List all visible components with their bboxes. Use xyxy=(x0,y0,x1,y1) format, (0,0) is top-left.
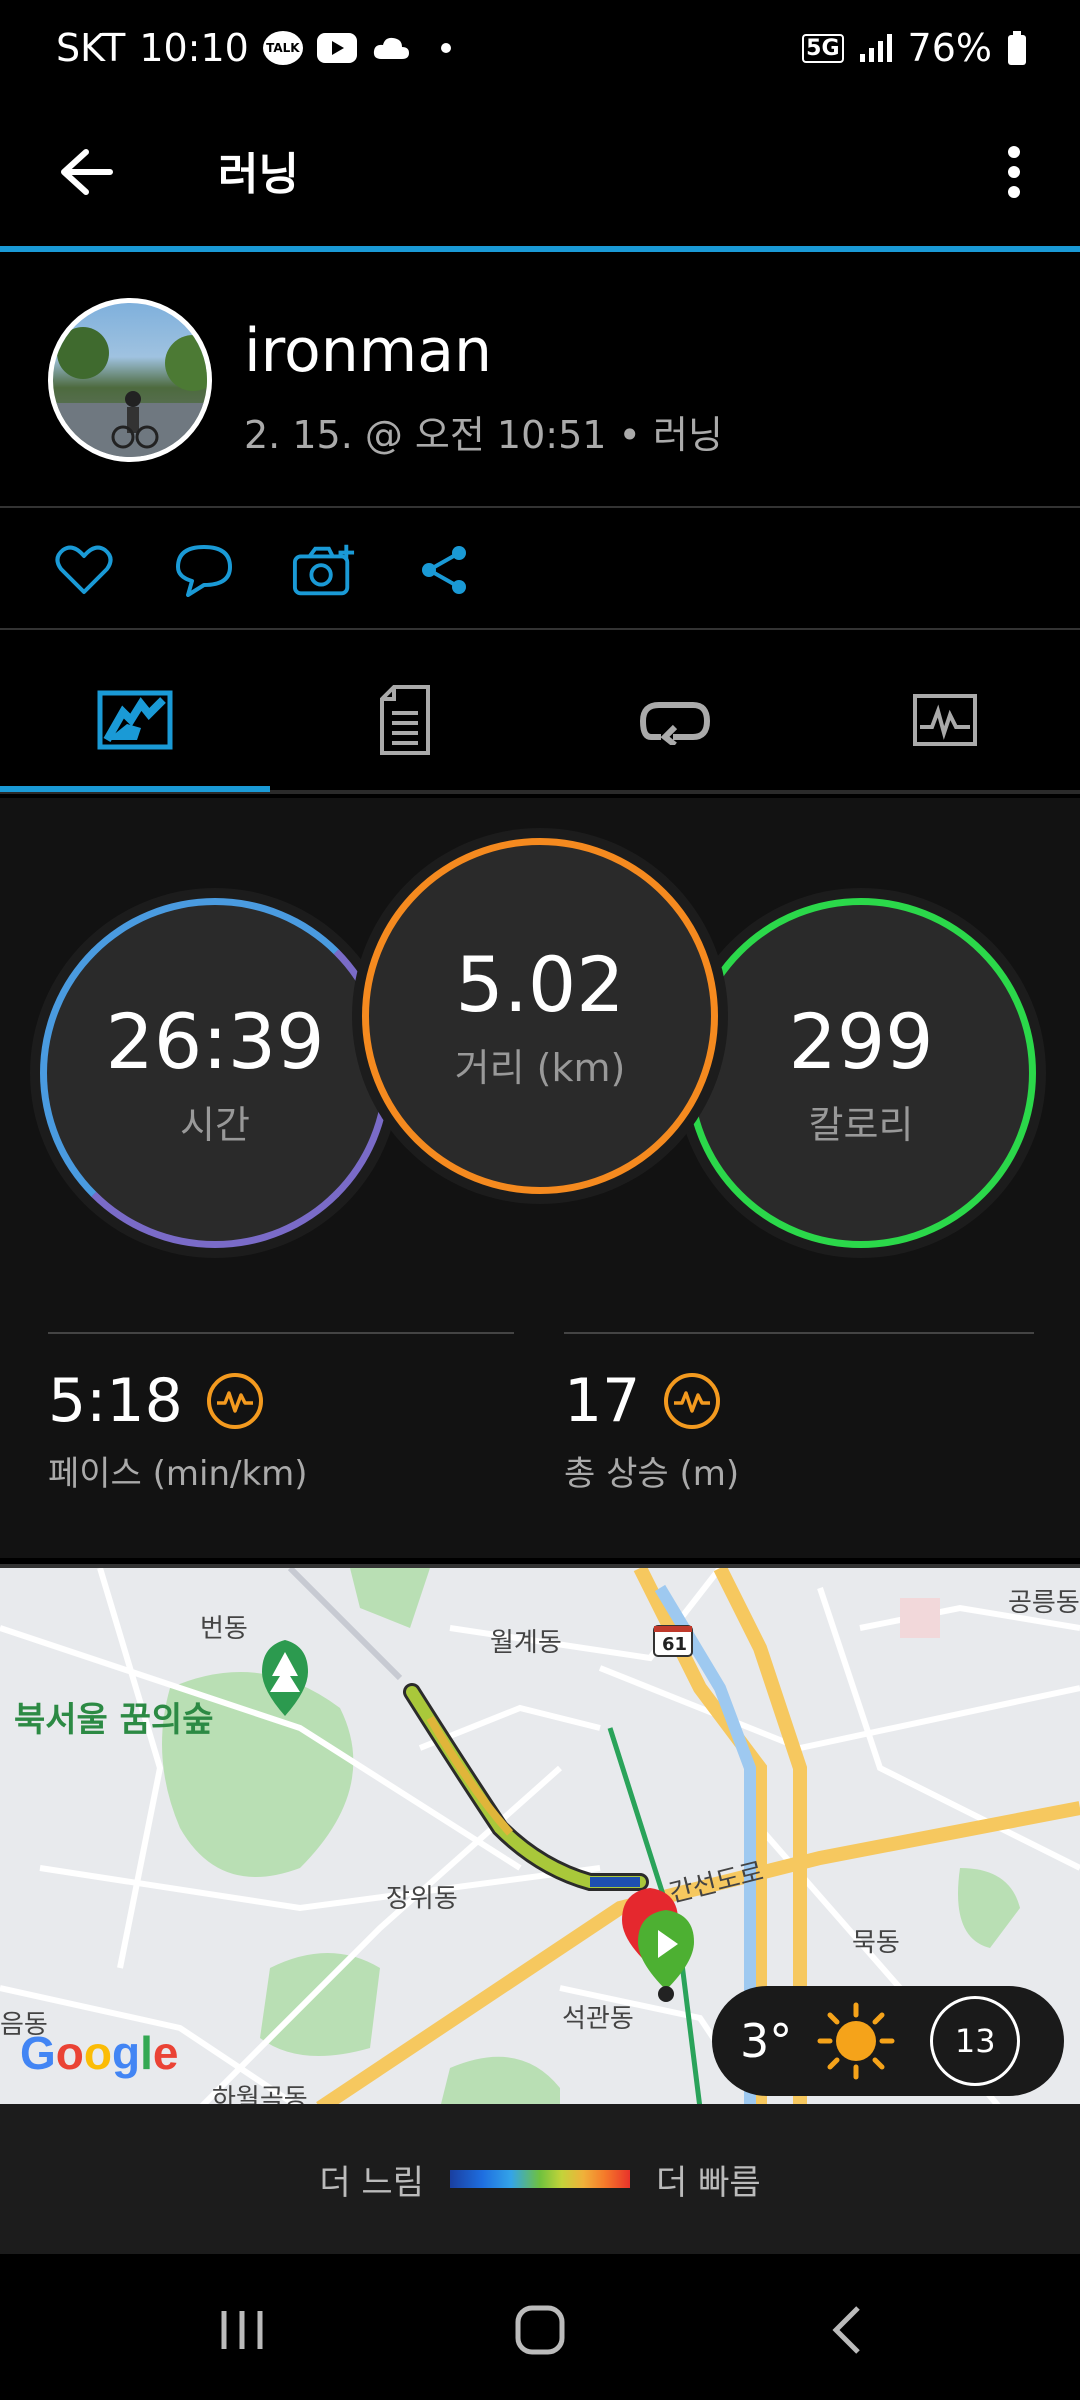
map-overview-icon xyxy=(97,690,173,750)
time-label: 시간 xyxy=(180,1103,250,1147)
active-tab-indicator xyxy=(0,786,270,792)
elevation-metric: 17 총 상승 (m) xyxy=(564,1366,739,1495)
distance-value: 5.02 xyxy=(455,940,625,1029)
action-bar xyxy=(0,510,1080,630)
back-nav-button[interactable] xyxy=(806,2290,886,2370)
map-label-seokgwan: 석관동 xyxy=(562,2004,634,2034)
kakaotalk-icon: TALK xyxy=(262,31,303,65)
weather-widget[interactable]: 3° 13 xyxy=(712,1986,1064,2096)
battery-icon xyxy=(1008,31,1026,65)
app-bar: 러닝 xyxy=(0,100,1080,252)
map-label-gongneung: 공릉동 xyxy=(1008,1588,1080,1618)
page-title: 러닝 xyxy=(218,149,299,200)
activity-header: ironman 2. 15. @ 오전 10:51 • 러닝 xyxy=(0,254,1080,508)
camera-add-icon xyxy=(292,544,355,596)
home-button[interactable] xyxy=(500,2290,580,2370)
status-bar: SKT 10:10 TALK 5G 76% xyxy=(0,0,1080,100)
document-icon xyxy=(380,685,430,755)
arrow-left-icon xyxy=(61,149,113,195)
share-button[interactable] xyxy=(412,540,476,600)
tab-details[interactable] xyxy=(270,680,540,760)
pace-value: 5:18 xyxy=(48,1366,183,1436)
stats-panel: 26:39 시간 299 칼로리 5.02 거리 (km) 5:18 페이스 (… xyxy=(0,798,1080,1558)
map-label-mukdong: 묵동 xyxy=(852,1928,900,1958)
network-badge: 5G xyxy=(802,33,844,63)
pace-label: 페이스 (min/km) xyxy=(48,1454,308,1494)
carrier-label: SKT xyxy=(56,26,126,70)
map-label-hawolgok: 하월곡동 xyxy=(212,2084,308,2104)
tab-charts[interactable] xyxy=(810,680,1080,760)
pace-metric: 5:18 페이스 (min/km) xyxy=(48,1366,308,1495)
comment-icon xyxy=(176,545,232,597)
legend-slow-label: 더 느림 xyxy=(319,2162,424,2203)
recent-apps-icon xyxy=(221,2311,263,2349)
more-vertical-icon xyxy=(1008,146,1020,198)
battery-percent: 76% xyxy=(907,26,992,70)
tab-bar xyxy=(0,632,1080,794)
elevation-value: 17 xyxy=(564,1366,641,1436)
clock: 10:10 xyxy=(139,26,249,70)
recent-apps-button[interactable] xyxy=(202,2290,282,2370)
map-label-bundong: 번동 xyxy=(200,1614,248,1644)
time-value: 26:39 xyxy=(105,997,325,1086)
system-nav-bar xyxy=(0,2254,1080,2400)
map-label-jangwi: 장위동 xyxy=(386,1884,458,1914)
avatar[interactable] xyxy=(48,298,212,462)
map-label-route-number: 61 xyxy=(662,1634,688,1655)
signal-icon xyxy=(859,34,892,62)
legend-fast-label: 더 빠름 xyxy=(656,2162,761,2203)
more-options-button[interactable] xyxy=(984,132,1044,212)
map-label-forest: 북서울 꿈의숲 xyxy=(14,1700,214,1740)
sun-icon xyxy=(817,2002,895,2080)
pace-gradient-bar xyxy=(450,2170,630,2188)
wind-indicator: 13 xyxy=(930,1996,1021,2086)
divider xyxy=(48,1332,514,1334)
pulse-icon[interactable] xyxy=(664,1373,721,1429)
app-bar-accent-line xyxy=(0,246,1080,252)
calories-label: 칼로리 xyxy=(808,1103,914,1147)
share-icon xyxy=(422,546,466,594)
tab-overview[interactable] xyxy=(0,680,270,760)
elevation-label: 총 상승 (m) xyxy=(564,1454,740,1494)
avatar-photo xyxy=(53,327,207,457)
calories-circle: 299 칼로리 xyxy=(686,898,1036,1248)
divider xyxy=(564,1332,1034,1334)
wind-speed-value: 13 xyxy=(954,2022,996,2060)
map-label-wolgye: 월계동 xyxy=(490,1628,562,1658)
tab-laps[interactable] xyxy=(540,680,810,760)
pulse-icon[interactable] xyxy=(206,1373,263,1429)
back-button[interactable] xyxy=(46,132,126,212)
cloud-icon xyxy=(373,37,409,59)
comment-button[interactable] xyxy=(172,540,236,600)
username[interactable]: ironman xyxy=(244,316,492,386)
activity-meta: 2. 15. @ 오전 10:51 • 러닝 xyxy=(244,413,723,457)
route-map[interactable]: 번동 월계동 공릉동 북서울 꿈의숲 장위동 묵동 석관동 하월곡동 음동 간선… xyxy=(0,1564,1080,2104)
like-button[interactable] xyxy=(52,540,116,600)
chart-icon xyxy=(913,694,977,746)
temperature-value: 3° xyxy=(740,2014,793,2068)
pace-legend: 더 느림 더 빠름 xyxy=(0,2104,1080,2254)
add-photo-button[interactable] xyxy=(292,540,356,600)
distance-label: 거리 (km) xyxy=(454,1046,626,1090)
time-circle: 26:39 시간 xyxy=(40,898,390,1248)
google-logo: Google xyxy=(20,2027,179,2079)
calories-value: 299 xyxy=(788,997,934,1086)
notification-dot-icon xyxy=(440,43,451,53)
chevron-left-icon xyxy=(832,2306,860,2354)
youtube-icon xyxy=(316,33,357,63)
home-icon xyxy=(515,2305,565,2355)
loop-icon xyxy=(639,702,711,745)
heart-icon xyxy=(55,545,113,594)
distance-circle: 5.02 거리 (km) xyxy=(362,838,718,1194)
